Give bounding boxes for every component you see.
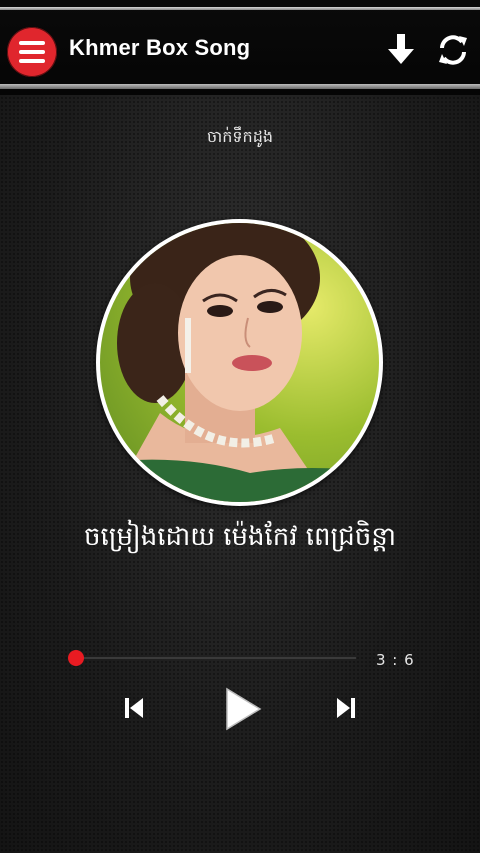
album-subtitle: ចាក់ទឹកដូង xyxy=(206,127,273,146)
download-arrow-icon[interactable] xyxy=(383,30,419,70)
album-art xyxy=(100,223,379,502)
skip-previous-icon[interactable] xyxy=(119,693,149,723)
hamburger-menu-icon[interactable] xyxy=(7,27,57,77)
toolbar-top-divider xyxy=(0,7,480,10)
play-icon[interactable] xyxy=(218,686,264,732)
toolbar-bottom-divider xyxy=(0,84,480,89)
progress-knob[interactable] xyxy=(68,650,84,666)
app-title: Khmer Box Song xyxy=(69,35,251,60)
singer-portrait xyxy=(100,223,379,502)
progress-track[interactable] xyxy=(76,657,356,659)
skip-next-icon[interactable] xyxy=(331,693,361,723)
song-title: ចម្រៀងដោយ ម៉េងកែវ ពេជ្រចិន្តា xyxy=(83,522,397,552)
app-toolbar: Khmer Box Song xyxy=(0,0,480,95)
track-time: 3 : 6 xyxy=(376,651,415,669)
refresh-icon[interactable] xyxy=(435,30,471,70)
album-art-frame xyxy=(96,219,383,506)
player-screen: Khmer Box Song ចាក់ទឹកដូង ចម្រៀងដោយ ម៉េង… xyxy=(0,0,480,853)
